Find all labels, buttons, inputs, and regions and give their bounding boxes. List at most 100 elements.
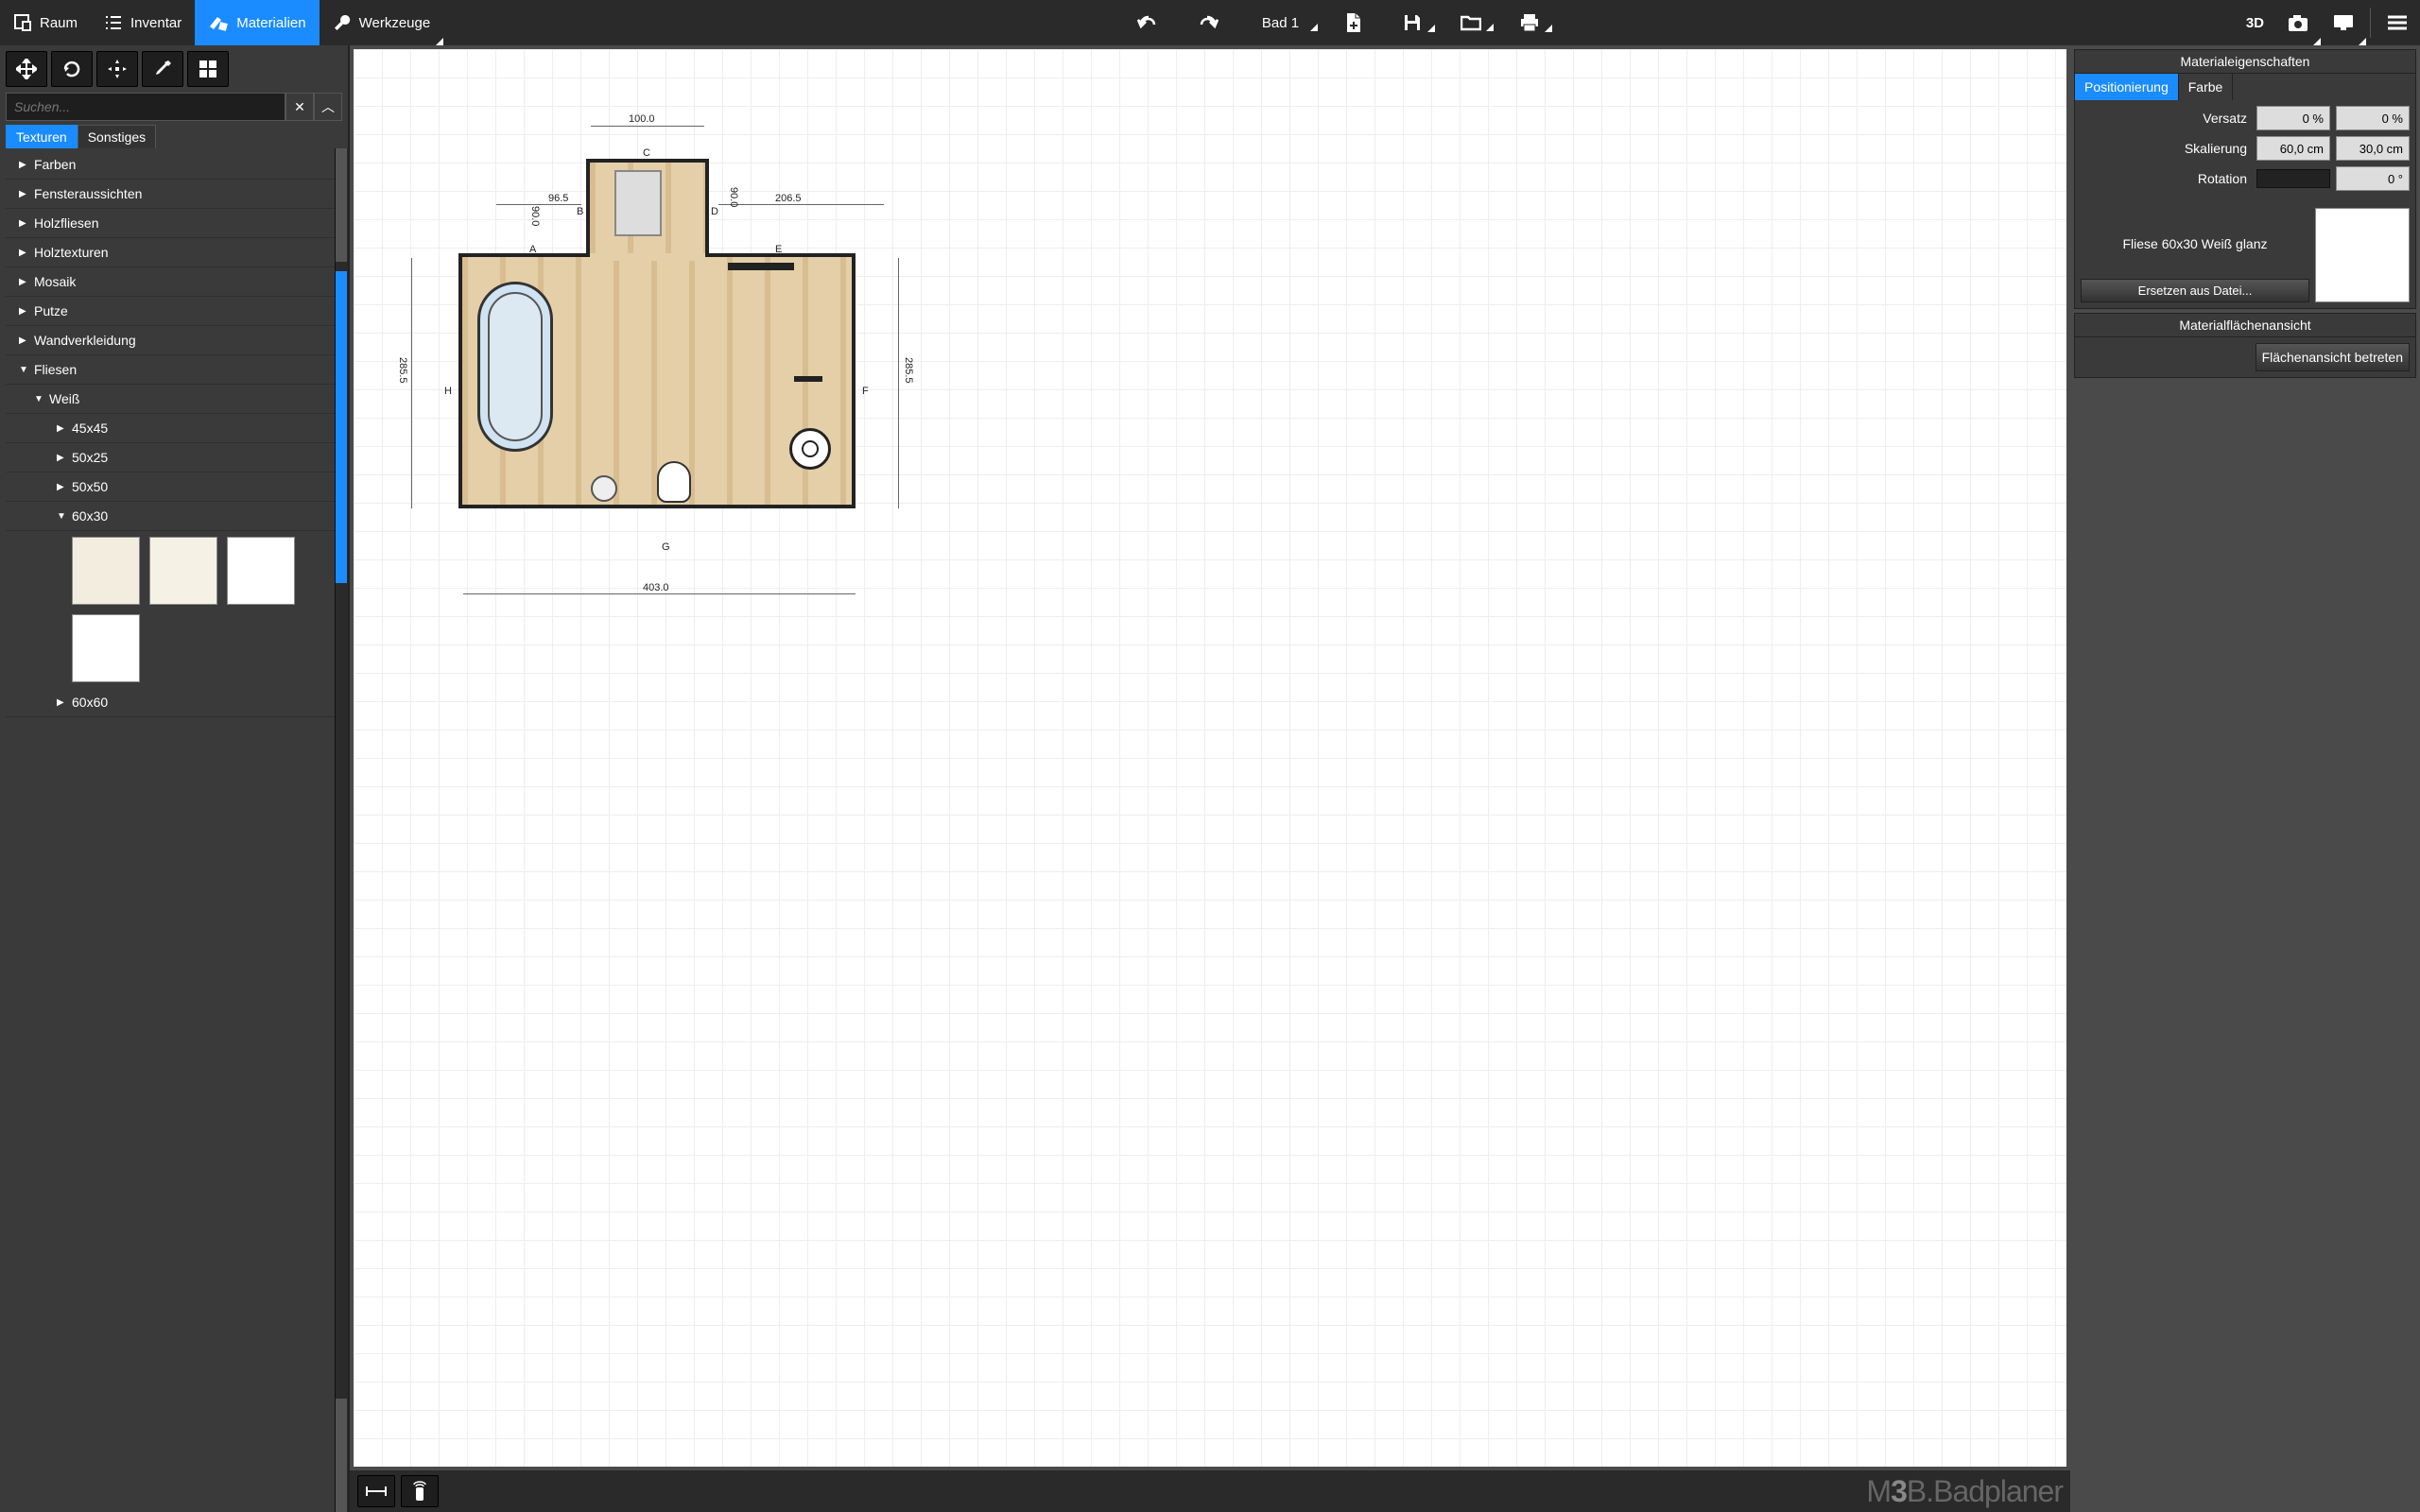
input-versatz-y[interactable] [2336, 106, 2410, 130]
redo-button[interactable] [1184, 13, 1230, 32]
fixture-drain[interactable] [591, 475, 617, 502]
save-icon [1403, 13, 1422, 32]
wall-marker-g: G [662, 541, 670, 553]
chevron-right-icon: ▶ [19, 277, 28, 287]
tree-farben[interactable]: ▶Farben [6, 150, 342, 180]
app-branding: M3B.Badplaner [1866, 1474, 2063, 1509]
grid-icon [199, 60, 217, 78]
rotate-icon [61, 59, 82, 79]
search-collapse-button[interactable]: ︿ [314, 93, 342, 121]
corner-indicator [1427, 25, 1435, 32]
material-tree[interactable]: ▶Farben ▶Fensteraussichten ▶Holzfliesen … [0, 148, 348, 1512]
tab-other[interactable]: Sonstiges [78, 125, 156, 148]
tree-holztexturen[interactable]: ▶Holztexturen [6, 238, 342, 267]
chevron-down-icon: ▼ [57, 511, 66, 522]
print-button[interactable] [1507, 13, 1552, 32]
tab-inventory[interactable]: Inventar [91, 0, 195, 45]
left-panel: ✕ ︿ Texturen Sonstiges ▶Farben ▶Fenstera… [0, 45, 350, 1512]
snapshot-button[interactable] [2275, 0, 2321, 45]
tree-wandverkleidung[interactable]: ▶Wandverkleidung [6, 326, 342, 355]
floor-plan-canvas[interactable]: A B C D E F G H 100.0 96.5 206.5 90.0 90… [350, 45, 2070, 1470]
swatch-tile-1[interactable] [72, 537, 140, 605]
input-skalierung-x[interactable] [2256, 136, 2330, 161]
input-versatz-x[interactable] [2256, 106, 2330, 130]
tab-materials[interactable]: Materialien [195, 0, 319, 45]
undo-button[interactable] [1126, 13, 1171, 32]
tree-45x45[interactable]: ▶45x45 [6, 414, 342, 443]
fixture-bathtub[interactable] [477, 282, 553, 452]
wall-marker-h: H [444, 386, 452, 397]
replace-from-file-button[interactable]: Ersetzen aus Datei... [2081, 279, 2309, 302]
tree-50x50[interactable]: ▶50x50 [6, 472, 342, 502]
swatch-tile-3[interactable] [227, 537, 295, 605]
floor-plan: A B C D E F G H 100.0 96.5 206.5 90.0 90… [425, 159, 870, 593]
tool-snap[interactable] [96, 51, 138, 87]
view-3d-button[interactable]: 3D [2235, 0, 2275, 45]
new-button[interactable] [1331, 12, 1376, 33]
search-clear-button[interactable]: ✕ [285, 93, 314, 121]
subtab-color[interactable]: Farbe [2179, 74, 2234, 100]
tree-60x30[interactable]: ▼60x30 [6, 502, 342, 531]
tab-tools-label: Werkzeuge [359, 15, 431, 31]
input-skalierung-y[interactable] [2336, 136, 2410, 161]
slider-rotation[interactable] [2256, 169, 2330, 188]
corner-indicator [2359, 38, 2366, 45]
tab-tools[interactable]: Werkzeuge [320, 0, 444, 45]
dim-right-top: 206.5 [775, 193, 802, 204]
tree-holzfliesen[interactable]: ▶Holzfliesen [6, 209, 342, 238]
print-icon [1519, 13, 1540, 32]
remote-button[interactable] [401, 1475, 439, 1507]
wall-marker-a: A [529, 244, 536, 255]
tab-room[interactable]: Raum [0, 0, 91, 45]
tree-fensteraussichten[interactable]: ▶Fensteraussichten [6, 180, 342, 209]
open-button[interactable] [1448, 14, 1494, 31]
materials-icon [208, 13, 229, 32]
input-rotation[interactable] [2336, 166, 2410, 191]
dim-right-upper: 90.0 [728, 187, 739, 207]
chevron-down-icon: ▼ [19, 365, 28, 375]
dim-left: 285.5 [397, 357, 408, 384]
label-versatz: Versatz [2081, 111, 2251, 126]
subtab-positioning[interactable]: Positionierung [2075, 74, 2179, 100]
eyedropper-icon [152, 59, 173, 79]
menu-button[interactable] [2375, 0, 2420, 45]
tree-60x60[interactable]: ▶60x60 [6, 688, 342, 717]
corner-indicator [436, 38, 443, 45]
hamburger-icon [2387, 14, 2408, 31]
corner-indicator [1486, 24, 1494, 31]
tool-picker[interactable] [142, 51, 183, 87]
fixture-toilet[interactable] [657, 461, 691, 503]
close-icon: ✕ [294, 99, 305, 115]
list-icon [104, 13, 123, 32]
tree-fliesen[interactable]: ▼Fliesen [6, 355, 342, 385]
display-button[interactable] [2321, 0, 2366, 45]
tree-50x25[interactable]: ▶50x25 [6, 443, 342, 472]
tool-rotate[interactable] [51, 51, 93, 87]
enter-surface-view-button[interactable]: Flächenansicht betreten [2256, 343, 2410, 371]
fixture-niche[interactable] [614, 170, 662, 236]
swatch-tile-2[interactable] [149, 537, 217, 605]
search-input[interactable] [6, 93, 285, 121]
document-title[interactable]: Bad 1 [1243, 15, 1318, 31]
corner-indicator [1545, 25, 1552, 32]
folder-icon [1461, 14, 1481, 31]
tree-weiss[interactable]: ▼Weiß [6, 385, 342, 414]
tool-move[interactable] [6, 51, 47, 87]
tab-textures[interactable]: Texturen [6, 125, 78, 148]
fixture-radiator[interactable] [728, 263, 794, 270]
swatch-tile-4[interactable] [72, 614, 140, 682]
save-button[interactable] [1390, 13, 1435, 32]
measure-button[interactable] [357, 1475, 395, 1507]
corner-indicator [2313, 38, 2321, 45]
tool-grid[interactable] [187, 51, 229, 87]
fixture-towel-bar[interactable] [794, 376, 822, 382]
room-icon [13, 13, 32, 32]
tree-putze[interactable]: ▶Putze [6, 297, 342, 326]
dim-bottom: 403.0 [643, 582, 669, 593]
fixture-sink[interactable] [789, 428, 831, 470]
material-preview[interactable] [2315, 208, 2410, 302]
tree-scrollbar[interactable] [335, 148, 348, 1512]
chevron-down-icon: ▼ [34, 394, 43, 404]
redo-icon [1196, 13, 1219, 32]
tree-mosaik[interactable]: ▶Mosaik [6, 267, 342, 297]
